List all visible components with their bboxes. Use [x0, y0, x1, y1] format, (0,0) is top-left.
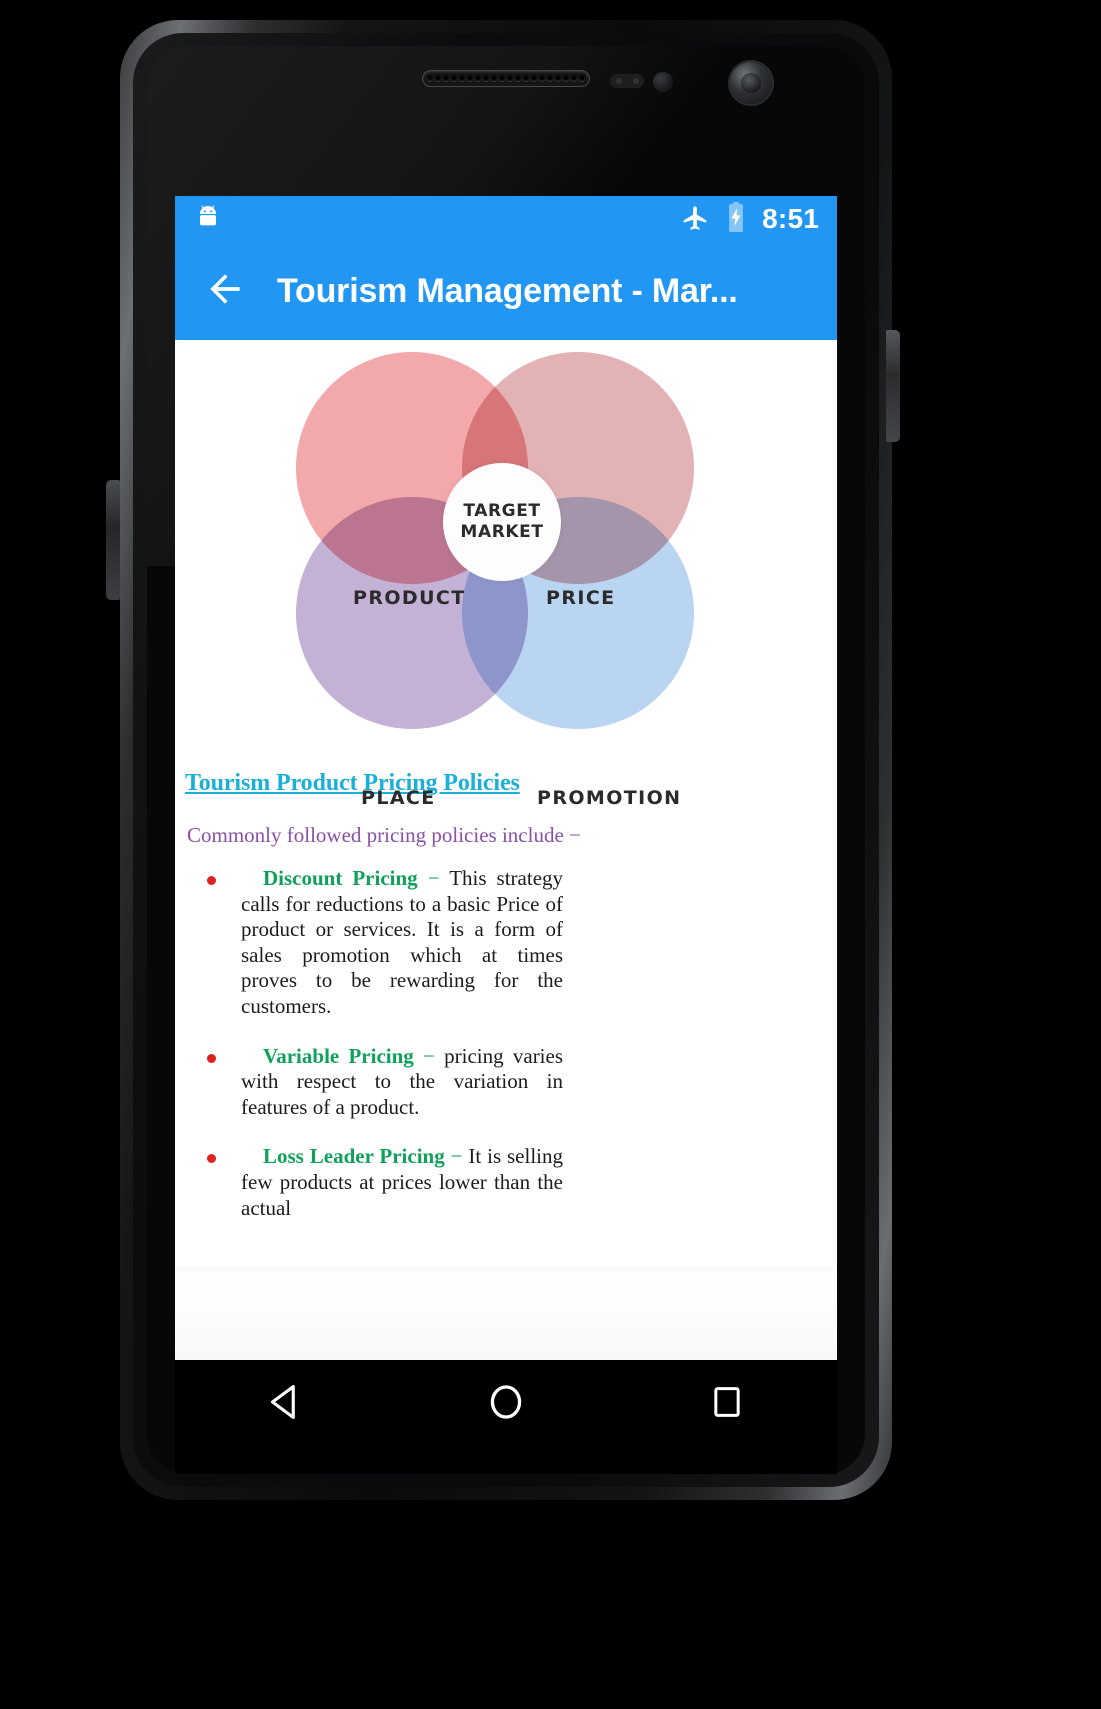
venn-center-line-1: TARGET: [463, 501, 541, 522]
venn-center-target-market: TARGET MARKET: [443, 463, 561, 581]
list-item-term: Loss Leader Pricing: [263, 1144, 445, 1169]
bullet-dot-icon: [207, 866, 241, 1020]
android-robot-icon: [195, 204, 221, 235]
content-bottom-padding: [175, 1266, 837, 1360]
nav-recents-icon: [707, 1382, 747, 1427]
list-item: Discount Pricing − This strategy calls f…: [185, 866, 815, 1020]
android-navigation-bar: [175, 1360, 837, 1448]
article-body: Tourism Product Pricing Policies Commonl…: [175, 770, 837, 1221]
nav-back-button[interactable]: [175, 1360, 396, 1448]
proximity-sensor: [610, 74, 644, 88]
back-button[interactable]: [197, 263, 253, 319]
list-item-body: Discount Pricing − This strategy calls f…: [241, 866, 563, 1020]
marketing-mix-venn-diagram: PRODUCT PRICE PLACE PROMOTION TARGET MAR…: [175, 340, 837, 809]
list-item-term: Discount Pricing: [263, 866, 418, 890]
status-bar: 8:51: [175, 196, 837, 242]
phone-chin: [175, 1448, 837, 1474]
page-title: Tourism Management - Mar...: [277, 271, 738, 310]
bullet-dot-icon: [207, 1044, 241, 1121]
nav-home-button[interactable]: [396, 1360, 617, 1448]
list-item-body: Variable Pricing − pricing varies with r…: [241, 1044, 563, 1121]
venn-center-line-2: MARKET: [460, 522, 544, 542]
list-item-term: Variable Pricing: [263, 1043, 414, 1068]
venn-label-promotion: PROMOTION: [537, 787, 682, 809]
app-bar: Tourism Management - Mar...: [175, 242, 837, 340]
venn-label-price: PRICE: [546, 587, 616, 609]
phone-screen: 8:51 Tourism Management - Mar... PRODUCT…: [175, 196, 837, 1360]
list-item-dash: −: [427, 866, 440, 890]
bullet-dot-icon: [207, 1144, 241, 1221]
list-item: Variable Pricing − pricing varies with r…: [185, 1044, 815, 1121]
battery-charging-icon: [723, 201, 749, 237]
front-camera: [653, 72, 673, 92]
list-item-dash: −: [423, 1043, 435, 1068]
earpiece-speaker: [422, 70, 590, 87]
article-intro-line: Commonly followed pricing policies inclu…: [187, 823, 581, 847]
volume-button[interactable]: [106, 480, 120, 600]
list-item-dash: −: [450, 1144, 463, 1169]
nav-back-icon: [263, 1380, 307, 1429]
list-item: Loss Leader Pricing − It is selling few …: [185, 1144, 815, 1221]
camera-lens: [730, 62, 772, 104]
power-button[interactable]: [886, 330, 900, 442]
list-item-body: Loss Leader Pricing − It is selling few …: [241, 1144, 563, 1221]
status-bar-right: 8:51: [680, 201, 819, 237]
airplane-mode-icon: [680, 202, 710, 237]
section-heading: Tourism Product Pricing Policies: [185, 770, 520, 796]
status-bar-left: [195, 204, 221, 235]
venn-label-product: PRODUCT: [353, 587, 466, 609]
nav-home-icon: [484, 1380, 528, 1429]
status-bar-clock: 8:51: [762, 203, 819, 234]
nav-recents-button[interactable]: [616, 1360, 837, 1448]
back-arrow-icon: [203, 267, 247, 316]
venn-label-place: PLACE: [361, 787, 436, 809]
article-scroll-view[interactable]: PRODUCT PRICE PLACE PROMOTION TARGET MAR…: [175, 340, 837, 1360]
